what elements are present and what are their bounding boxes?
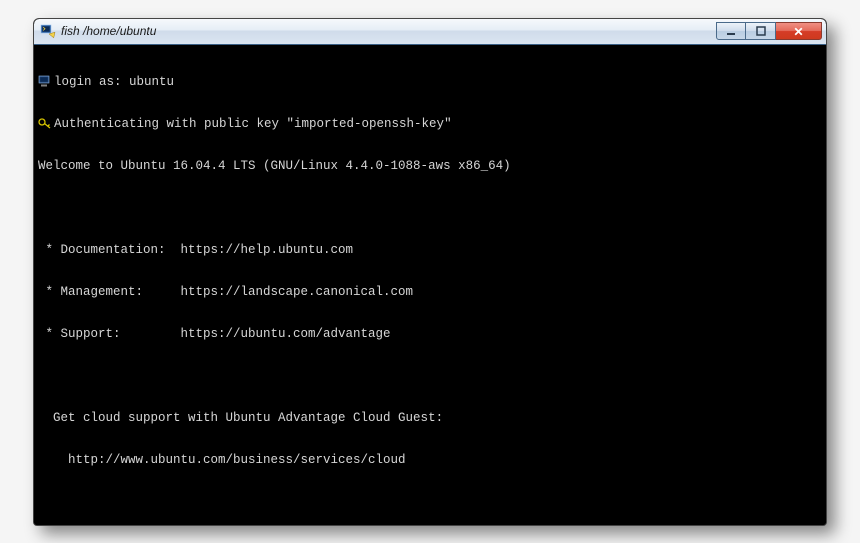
- terminal-line: * Management: https://landscape.canonica…: [38, 285, 822, 299]
- minimize-button[interactable]: [716, 22, 746, 40]
- close-button[interactable]: [776, 22, 822, 40]
- terminal-line: [38, 201, 822, 215]
- terminal-body[interactable]: login as: ubuntu Authenticating with pub…: [34, 45, 826, 525]
- window-title: fish /home/ubuntu: [61, 24, 716, 38]
- window-controls: [716, 22, 822, 40]
- terminal-line: * Support: https://ubuntu.com/advantage: [38, 327, 822, 341]
- maximize-button[interactable]: [746, 22, 776, 40]
- terminal-computer-icon: [38, 75, 52, 88]
- auth-text: Authenticating with public key "imported…: [54, 117, 452, 131]
- terminal-line: Authenticating with public key "imported…: [38, 117, 822, 131]
- terminal-line: * Documentation: https://help.ubuntu.com: [38, 243, 822, 257]
- putty-icon: [40, 23, 56, 39]
- terminal-line: Get cloud support with Ubuntu Advantage …: [38, 411, 822, 425]
- terminal-line: Welcome to Ubuntu 16.04.4 LTS (GNU/Linux…: [38, 159, 822, 173]
- terminal-line: [38, 369, 822, 383]
- titlebar[interactable]: fish /home/ubuntu: [34, 19, 826, 45]
- putty-window: fish /home/ubuntu login as: ubuntu Authe…: [33, 18, 827, 526]
- terminal-line: http://www.ubuntu.com/business/services/…: [38, 453, 822, 467]
- terminal-line: [38, 495, 822, 509]
- terminal-line: login as: ubuntu: [38, 75, 822, 89]
- login-as-text: login as: ubuntu: [54, 75, 174, 89]
- terminal-key-icon: [38, 117, 52, 130]
